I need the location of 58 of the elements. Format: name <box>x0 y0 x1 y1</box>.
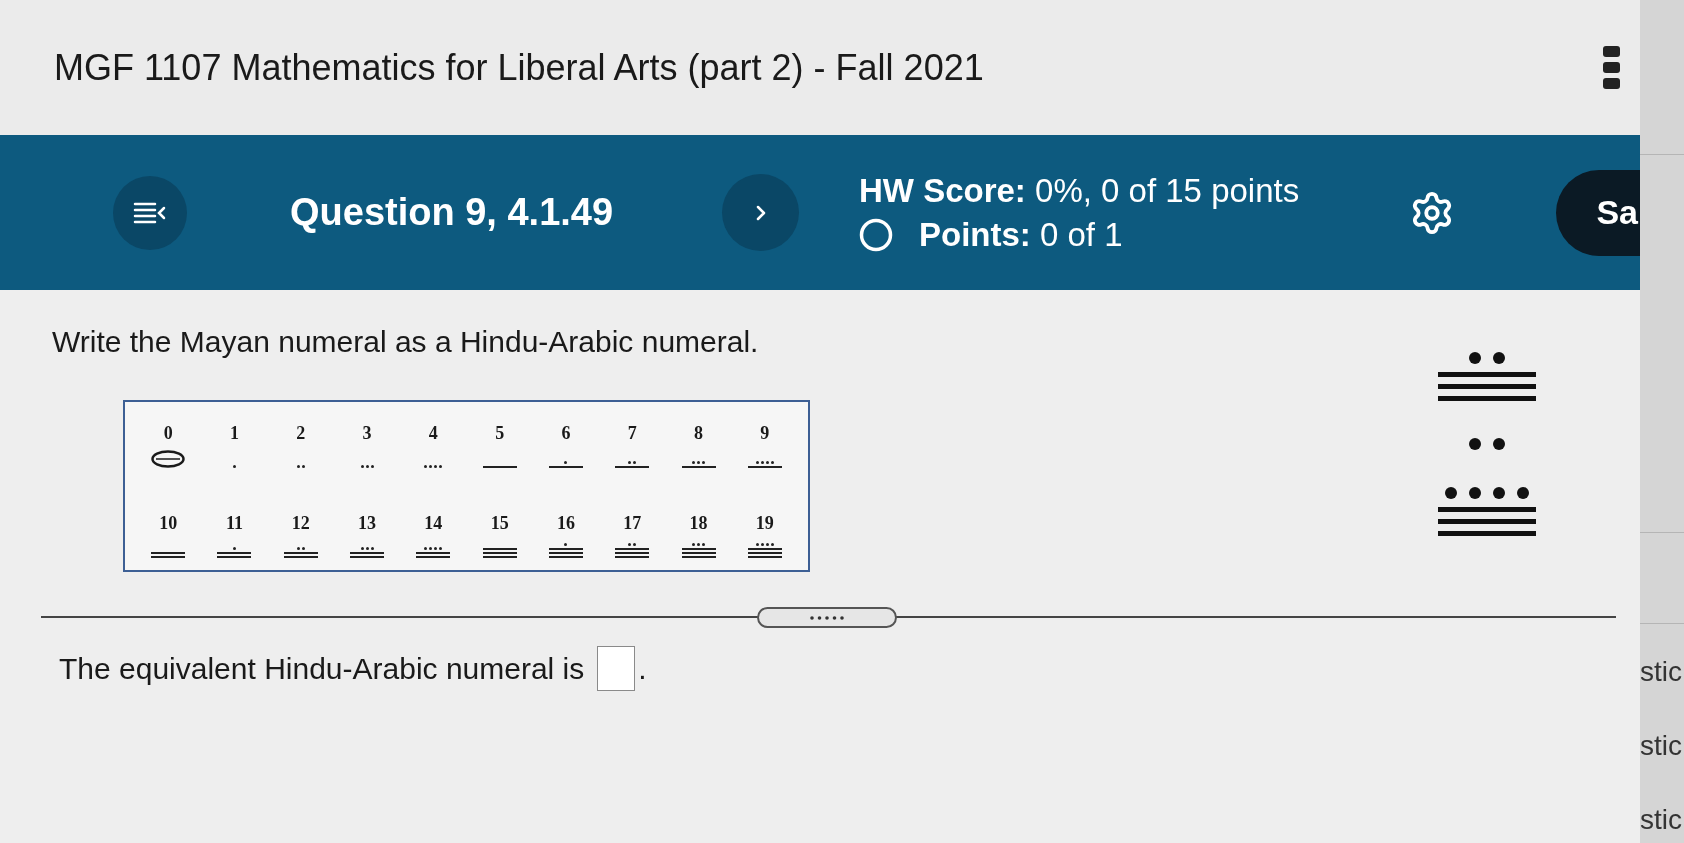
question-number: Question 9, 4.1.49 <box>290 191 614 233</box>
mayan-glyph-icon <box>283 547 318 558</box>
numeral-label: 16 <box>556 514 575 532</box>
numeral-label: 1 <box>229 424 239 442</box>
numeral-label: 7 <box>627 424 637 442</box>
mayan-glyph-icon <box>360 465 374 468</box>
numeral-label: 17 <box>623 514 642 532</box>
course-title: MGF 1107 Mathematics for Liberal Arts (part 2) - Fall 2021 <box>54 46 984 89</box>
numeral-label: 10 <box>159 514 178 532</box>
numeral-label: 3 <box>362 424 372 442</box>
mayan-glyph-icon <box>548 543 583 558</box>
partial-text: stic <box>1640 655 1682 689</box>
mayan-glyph-icon <box>151 552 186 558</box>
question-prompt: Write the Mayan numeral as a Hindu-Arabic numeral. <box>52 324 759 360</box>
numeral-label: 11 <box>225 514 243 532</box>
menu-icon <box>133 200 167 225</box>
mayan-glyph-icon <box>681 461 716 468</box>
partial-text: stic <box>1640 803 1682 837</box>
numeral-label: 2 <box>296 424 306 442</box>
partial-text: stic <box>1640 729 1682 763</box>
numeral-label: 19 <box>755 514 774 532</box>
mayan-glyph-icon <box>416 547 451 558</box>
mayan-glyph-icon <box>747 461 782 468</box>
mayan-glyph-icon <box>217 547 252 558</box>
numeral-label: 14 <box>424 514 443 532</box>
numeral-label: 5 <box>495 424 505 442</box>
mayan-glyph-icon <box>296 465 305 468</box>
mayan-glyph-icon <box>747 543 782 558</box>
numeral-label: 6 <box>561 424 571 442</box>
save-button[interactable]: Sa <box>1556 169 1640 256</box>
numeral-label: 12 <box>291 514 310 532</box>
empty-circle-icon <box>859 217 893 252</box>
mayan-glyph-icon <box>681 543 716 558</box>
period-text: . <box>638 650 647 687</box>
numeral-label: 8 <box>694 424 704 442</box>
chevron-right-icon <box>755 204 766 221</box>
numeral-label: 15 <box>490 514 509 532</box>
numeral-label: 9 <box>760 424 770 442</box>
hw-score: HW Score: 0%, 0 of 15 points <box>859 170 1300 211</box>
mayan-glyph-icon <box>482 548 517 558</box>
numeral-label: 18 <box>689 514 708 532</box>
numeral-label: 13 <box>358 514 377 532</box>
mayan-glyph-icon <box>424 465 443 468</box>
mayan-glyph-icon <box>151 450 186 468</box>
mayan-glyph-icon <box>615 461 650 468</box>
numeral-label: 4 <box>428 424 438 442</box>
numeral-label: 0 <box>163 424 173 442</box>
more-menu-icon[interactable] <box>1603 46 1620 89</box>
mayan-glyph-icon <box>350 547 385 558</box>
answer-box[interactable] <box>597 646 636 691</box>
mayan-glyph-icon <box>615 543 650 558</box>
mayan-glyph-icon <box>232 465 236 468</box>
answer-prompt: The equivalent Hindu-Arabic numeral is <box>59 650 585 687</box>
resize-handle[interactable] <box>757 607 897 628</box>
mayan-glyph-icon <box>548 461 583 468</box>
mayan-digit-drawing <box>1469 438 1505 450</box>
points-text: Points: 0 of 1 <box>919 214 1123 255</box>
dots-icon <box>810 615 844 620</box>
